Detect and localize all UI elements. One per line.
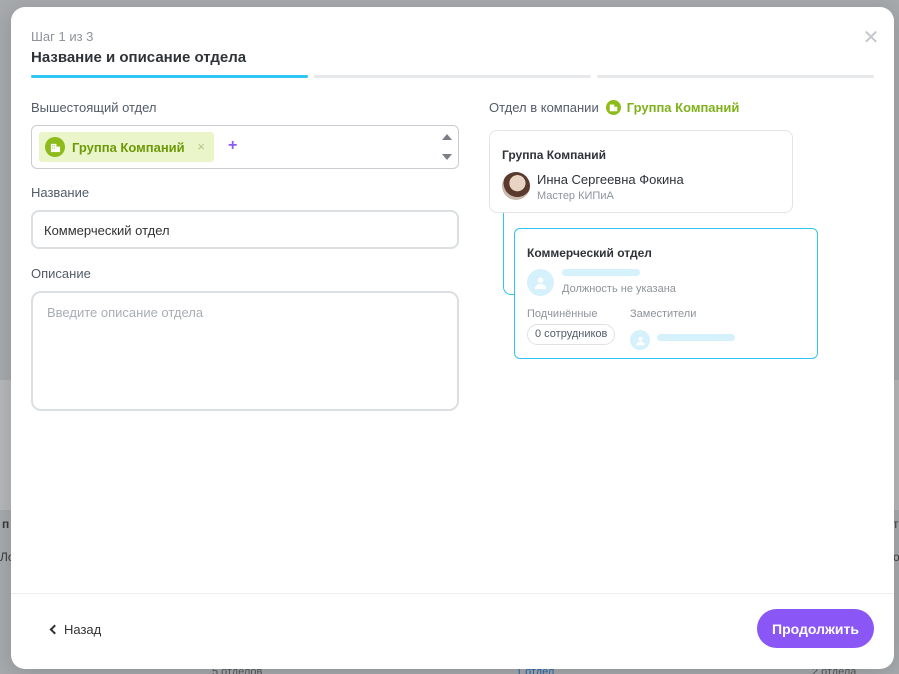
new-department-card: Коммерческий отдел Должность не указана … [514,228,818,359]
parent-department-tag[interactable]: Группа Компаний × [39,132,214,162]
modal-title: Название и описание отдела [31,49,247,66]
department-name-input[interactable]: Коммерческий отдел [31,210,459,249]
user-placeholder-icon [527,269,554,296]
scroll-down-icon[interactable] [442,154,452,160]
name-skeleton [562,269,640,276]
new-department-title: Коммерческий отдел [527,246,652,260]
add-parent-icon[interactable]: + [228,137,237,155]
create-department-modal: ✕ Шаг 1 из 3 Название и описание отдела … [11,7,894,669]
description-label: Описание [31,266,91,281]
subordinates-label: Подчинённые [527,308,598,320]
head-person-position: Мастер КИПиА [537,190,614,202]
building-icon [45,137,65,157]
background-text: п [2,517,10,531]
position-not-set: Должность не указана [562,283,676,295]
head-person-name: Инна Сергеевна Фокина [537,172,684,187]
preview-header: Отдел в компании Группа Компаний [489,100,739,115]
parent-card-title: Группа Компаний [502,148,606,162]
name-label: Название [31,185,90,200]
subordinates-count: 0 сотрудников [527,324,616,345]
close-icon[interactable]: ✕ [862,28,880,48]
progress-step-1 [31,75,308,78]
department-name-value: Коммерческий отдел [44,223,170,238]
footer-divider [11,593,894,594]
remove-tag-icon[interactable]: × [197,139,205,154]
chevron-left-icon [49,624,60,635]
parent-department-label: Вышестоящий отдел [31,100,157,115]
preview-label: Отдел в компании [489,100,599,115]
deputy-placeholder-icon [630,330,650,350]
parent-department-card: Группа Компаний Инна Сергеевна Фокина Ма… [489,130,793,213]
deputies-label: Заместители [630,308,697,320]
parent-department-tag-label: Группа Компаний [72,139,185,155]
continue-button[interactable]: Продолжить [757,609,874,648]
parent-department-selector[interactable]: Группа Компаний × + [31,125,459,169]
building-icon [605,100,621,115]
back-button-label: Назад [64,622,102,637]
description-placeholder: Введите описание отдела [47,305,204,320]
scroll-up-icon[interactable] [442,134,452,140]
preview-company-name: Группа Компаний [626,100,740,115]
avatar [502,172,530,200]
step-indicator: Шаг 1 из 3 [31,29,94,44]
progress-step-3 [597,75,874,78]
back-button[interactable]: Назад [49,622,102,637]
step-progress-bar [31,75,874,78]
deputy-skeleton [657,334,735,341]
department-description-input[interactable]: Введите описание отдела [31,291,459,411]
progress-step-2 [314,75,591,78]
